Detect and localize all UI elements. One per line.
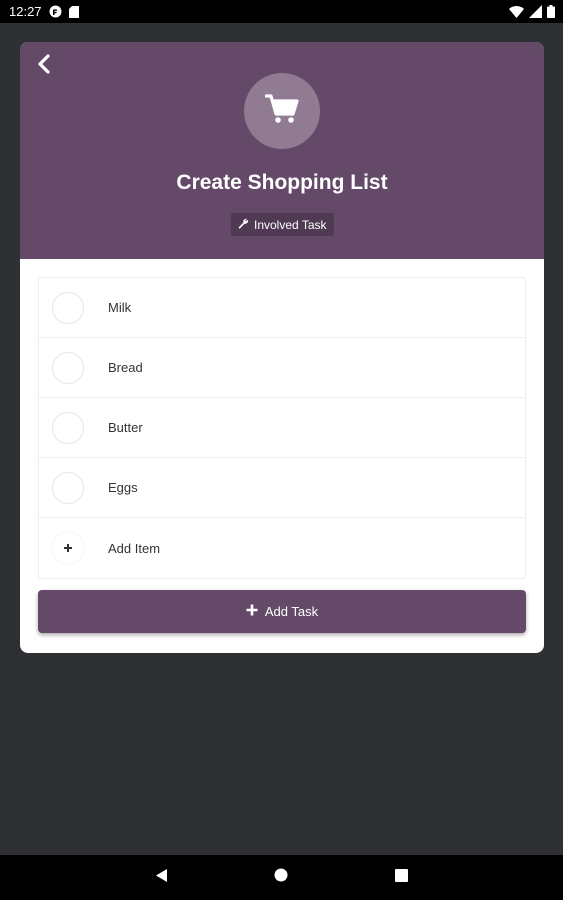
add-item-row[interactable]: Add Item xyxy=(39,518,525,578)
item-label: Milk xyxy=(108,300,132,315)
list-item[interactable]: Bread xyxy=(39,338,525,398)
battery-icon xyxy=(547,5,555,18)
add-task-button[interactable]: Add Task xyxy=(38,590,526,633)
task-type-badge: Involved Task xyxy=(231,213,334,236)
chevron-left-icon xyxy=(37,53,51,79)
item-checkbox[interactable] xyxy=(52,351,84,384)
home-circle-icon xyxy=(274,868,288,887)
item-label: Bread xyxy=(108,360,143,375)
list-item[interactable]: Milk xyxy=(39,278,525,338)
status-bar: 12:27 xyxy=(0,0,563,23)
item-label: Butter xyxy=(108,420,143,435)
add-task-label: Add Task xyxy=(264,604,319,619)
signal-icon xyxy=(529,5,542,18)
item-checkbox[interactable] xyxy=(52,291,84,324)
plus-icon xyxy=(246,604,258,619)
task-type-label: Involved Task xyxy=(254,217,327,232)
item-label: Eggs xyxy=(108,480,138,495)
item-checkbox[interactable] xyxy=(52,411,84,444)
plus-icon xyxy=(52,532,84,564)
item-checkbox[interactable] xyxy=(52,471,84,504)
triangle-back-icon xyxy=(155,868,168,888)
sd-card-icon xyxy=(68,5,79,18)
page-title: Create Shopping List xyxy=(176,171,388,194)
wrench-icon xyxy=(238,218,249,232)
nav-back-button[interactable] xyxy=(141,855,181,900)
app-notification-icon xyxy=(49,5,62,18)
list-item[interactable]: Eggs xyxy=(39,458,525,518)
add-item-label: Add Item xyxy=(108,540,161,556)
shopping-items-list: Milk Bread Butter Eggs Add Item xyxy=(38,277,526,579)
navigation-bar xyxy=(0,855,563,900)
list-item[interactable]: Butter xyxy=(39,398,525,458)
nav-recents-button[interactable] xyxy=(381,855,421,900)
recents-square-icon xyxy=(394,868,408,887)
card-header: Create Shopping List Involved Task xyxy=(20,42,544,259)
shopping-cart-icon xyxy=(264,93,299,129)
status-time: 12:27 xyxy=(9,4,42,19)
wifi-icon xyxy=(509,5,524,18)
back-button[interactable] xyxy=(30,52,58,80)
shopping-cart-avatar xyxy=(244,73,320,149)
nav-home-button[interactable] xyxy=(261,855,301,900)
shopping-list-card: Create Shopping List Involved Task Milk … xyxy=(20,42,544,653)
